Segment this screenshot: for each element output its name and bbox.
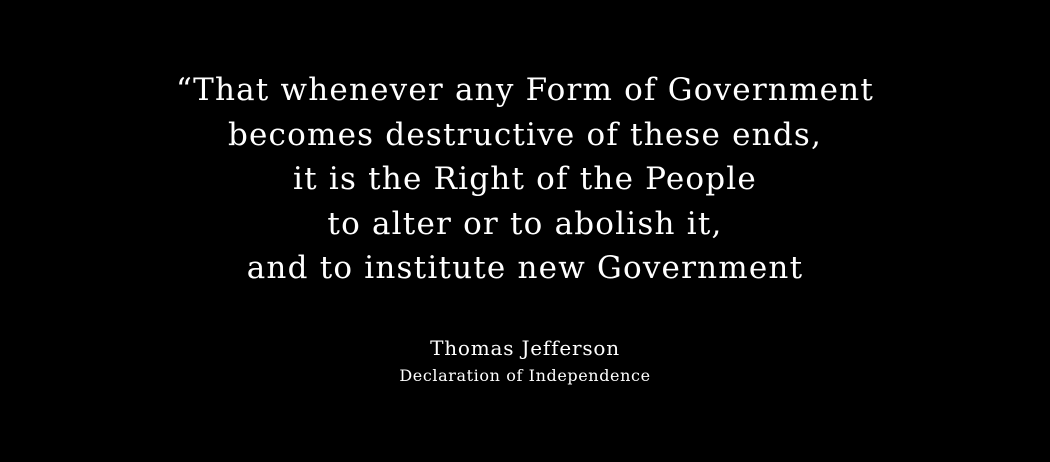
quote-text: “That whenever any Form of Government be… — [0, 68, 1050, 291]
quote-line: becomes destructive of these ends, — [227, 116, 823, 153]
quote-line: to alter or to abolish it, — [327, 205, 723, 242]
author-name: Thomas Jefferson — [430, 336, 620, 360]
source-title: Declaration of Independence — [399, 366, 651, 385]
attribution: Thomas Jefferson Declaration of Independ… — [0, 332, 1050, 388]
quote-card: “That whenever any Form of Government be… — [0, 0, 1050, 462]
quote-line: and to institute new Government — [246, 250, 804, 286]
quote-line: it is the Right of the People — [293, 161, 757, 197]
quote-line: “That whenever any Form of Government — [176, 72, 874, 108]
